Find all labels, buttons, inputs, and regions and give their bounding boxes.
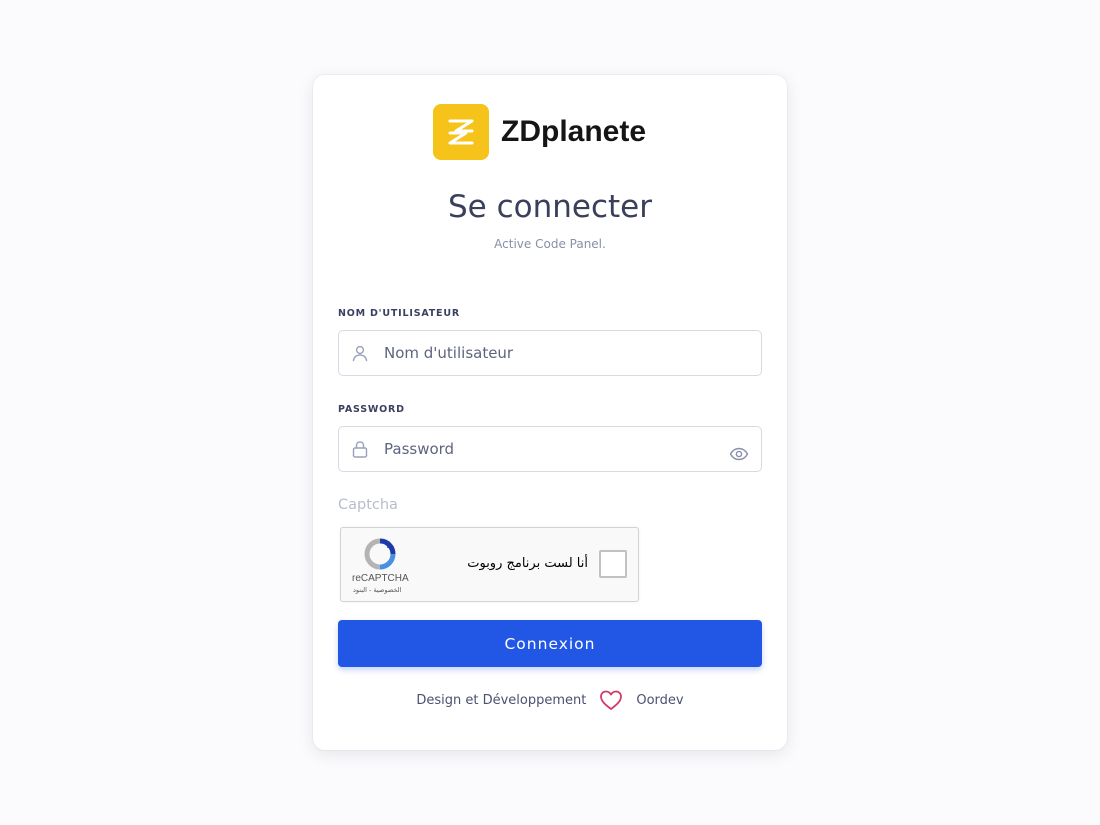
recaptcha-checkbox[interactable] xyxy=(599,550,627,578)
username-label: NOM D'UTILISATEUR xyxy=(338,308,460,319)
brand-name: ZDplanete xyxy=(501,115,647,148)
user-icon xyxy=(350,343,370,363)
lock-icon xyxy=(350,439,370,459)
page-title: Se connecter xyxy=(448,189,652,225)
zd-logo-icon xyxy=(433,104,489,160)
footer-author-link[interactable]: Oordev xyxy=(636,693,683,708)
recaptcha-widget: أنا لست برنامج روبوت reCAPTCHA الخصوصية … xyxy=(340,527,639,602)
username-input[interactable] xyxy=(384,331,761,375)
recaptcha-logo-icon xyxy=(363,537,397,571)
username-field-wrapper xyxy=(338,330,762,376)
login-button[interactable]: Connexion xyxy=(338,620,762,667)
password-input[interactable] xyxy=(384,427,727,471)
recaptcha-links[interactable]: الخصوصية - البنود xyxy=(353,586,401,594)
brand: ZDplanete xyxy=(433,104,646,160)
footer-credit: Design et Développement xyxy=(416,692,587,708)
eye-icon[interactable] xyxy=(727,442,751,466)
password-label: PASSWORD xyxy=(338,404,405,415)
recaptcha-checkbox-label: أنا لست برنامج روبوت xyxy=(467,556,588,571)
password-field-wrapper xyxy=(338,426,762,472)
recaptcha-brand: reCAPTCHA xyxy=(352,573,409,584)
heart-icon xyxy=(598,688,624,712)
footer: Design et Développement Oordev xyxy=(313,688,787,712)
login-card: ZDplanete Se connecter Active Code Panel… xyxy=(313,75,787,750)
captcha-label: Captcha xyxy=(338,497,398,513)
page-subtitle: Active Code Panel. xyxy=(494,237,606,251)
